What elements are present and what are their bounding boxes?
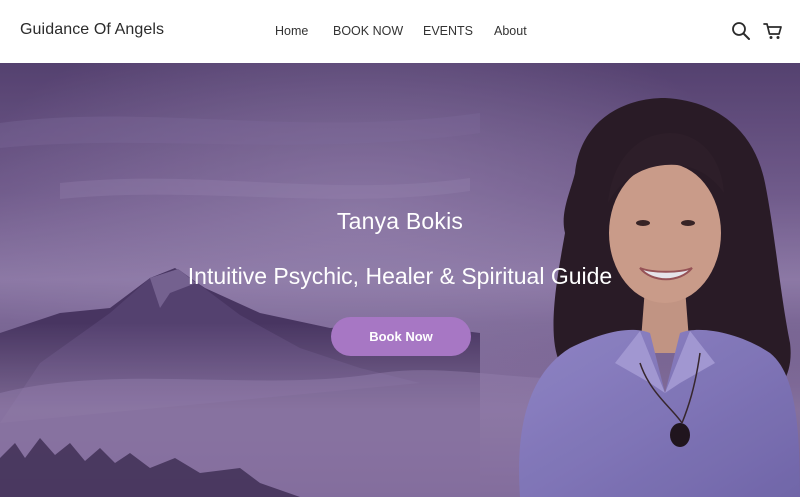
hero-title: Tanya Bokis (336, 208, 464, 234)
book-now-button[interactable]: Book Now (331, 317, 471, 356)
nav-events[interactable]: EVENTS (423, 24, 473, 38)
nav-home[interactable]: Home (275, 24, 308, 38)
hero-section: Tanya Bokis Intuitive Psychic, Healer & … (0, 63, 800, 497)
nav-about[interactable]: About (494, 24, 527, 38)
cart-icon[interactable] (762, 20, 784, 42)
site-header: Guidance Of Angels Home BOOK NOW EVENTS … (0, 0, 800, 63)
site-brand[interactable]: Guidance Of Angels (20, 21, 164, 39)
hero-subtitle: Intuitive Psychic, Healer & Spiritual Gu… (187, 263, 613, 289)
nav-book-now[interactable]: BOOK NOW (333, 24, 403, 38)
search-icon[interactable] (730, 20, 752, 42)
